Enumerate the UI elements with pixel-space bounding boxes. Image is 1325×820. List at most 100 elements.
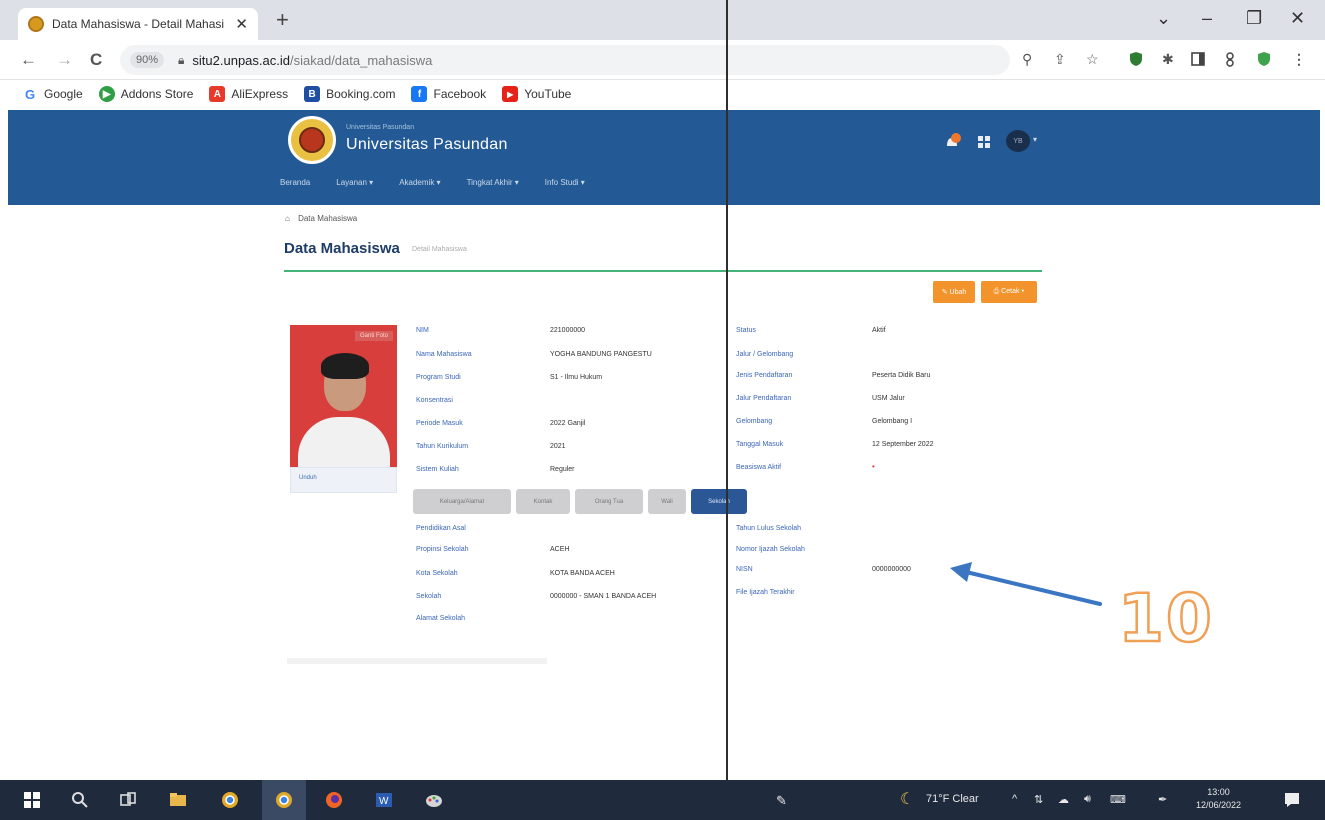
pen-workspace-icon[interactable]: ✒ xyxy=(1158,793,1167,806)
network-icon[interactable]: ⇅ xyxy=(1034,793,1043,806)
clock-time: 13:00 xyxy=(1207,787,1230,797)
new-tab-button[interactable]: + xyxy=(276,9,289,31)
zoom-badge[interactable]: 90% xyxy=(130,52,165,68)
tab-title: Data Mahasiswa - Detail Mahasi xyxy=(52,17,225,31)
field-value-status: Aktif xyxy=(872,327,886,334)
change-photo-button[interactable]: Ganti Foto xyxy=(354,331,393,341)
adblock-extension-icon[interactable] xyxy=(1256,51,1272,67)
word-icon[interactable]: W xyxy=(374,790,394,810)
bookmark-label: Booking.com xyxy=(326,87,396,101)
tab-sekolah[interactable]: Sekolah xyxy=(691,489,747,514)
user-avatar[interactable]: YB xyxy=(1006,130,1030,152)
menu-item-layanan[interactable]: Layanan ▾ xyxy=(336,178,373,187)
aliexpress-icon: A xyxy=(209,86,226,102)
bookmarks-bar: G Google ▶ Addons Store A AliExpress B B… xyxy=(0,80,1325,108)
field-label-sekolah: Sekolah xyxy=(416,593,442,600)
university-logo[interactable] xyxy=(288,116,336,164)
facebook-icon: f xyxy=(411,86,428,102)
minimize-button[interactable]: – xyxy=(1202,8,1212,29)
browser-tab[interactable]: Data Mahasiswa - Detail Mahasi ✕ xyxy=(18,8,258,40)
zoom-icon[interactable]: ⚲ xyxy=(1022,51,1032,68)
menu-item-beranda[interactable]: Beranda xyxy=(280,178,310,187)
tab-wali[interactable]: Wali xyxy=(648,489,686,514)
chrome-icon[interactable] xyxy=(220,790,240,810)
language-icon[interactable]: ⌨ xyxy=(1110,793,1126,806)
bookmark-aliexpress[interactable]: A AliExpress xyxy=(209,86,288,102)
field-value-kurikulum: 2021 xyxy=(550,443,566,450)
file-explorer-icon[interactable] xyxy=(168,790,188,810)
side-panel-icon[interactable] xyxy=(1190,51,1206,67)
edit-button[interactable]: ✎ Ubah xyxy=(933,281,975,303)
search-icon[interactable] xyxy=(70,790,90,810)
breadcrumb: ⌂ Data Mahasiswa xyxy=(285,214,357,223)
weather-moon-icon[interactable]: ☾ xyxy=(900,789,914,809)
field-label-pendidikan-asal: Pendidikan Asal xyxy=(416,525,466,532)
bookmark-facebook[interactable]: f Facebook xyxy=(411,86,486,102)
bookmark-youtube[interactable]: ▶ YouTube xyxy=(502,86,571,102)
bookmark-booking[interactable]: B Booking.com xyxy=(304,86,395,102)
menu-item-tingkat-akhir[interactable]: Tingkat Akhir ▾ xyxy=(467,178,519,187)
field-value-sekolah: 0000000 - SMAN 1 BANDA ACEH xyxy=(550,593,657,600)
tab-search-icon[interactable]: ⌄ xyxy=(1156,8,1171,29)
notifications-icon[interactable] xyxy=(1282,790,1302,810)
field-label-nim: NIM xyxy=(416,327,429,334)
download-photo-link[interactable]: Unduh xyxy=(290,467,397,493)
firefox-icon[interactable] xyxy=(324,790,344,810)
brand-tagline: Universitas Pasundan xyxy=(346,124,415,131)
onedrive-icon[interactable]: ☁ xyxy=(1058,793,1069,806)
breadcrumb-current: Data Mahasiswa xyxy=(298,214,358,223)
share-icon[interactable]: ⇪ xyxy=(1054,51,1066,68)
title-divider xyxy=(284,270,1042,272)
tab-close-icon[interactable]: ✕ xyxy=(235,15,248,33)
apps-grid-icon[interactable] xyxy=(978,136,990,148)
avatar-chevron-icon[interactable]: ▾ xyxy=(1033,135,1037,144)
bookmark-google[interactable]: G Google xyxy=(22,86,83,102)
menu-item-info-studi[interactable]: Info Studi ▾ xyxy=(545,178,585,187)
restore-button[interactable]: ❐ xyxy=(1246,8,1262,29)
browser-menu-icon[interactable]: ⋮ xyxy=(1292,51,1306,68)
paint-icon[interactable] xyxy=(424,790,444,810)
shield-extension-icon[interactable] xyxy=(1128,51,1144,67)
menu-item-akademik[interactable]: Akademik ▾ xyxy=(399,178,440,187)
faded-footer-text xyxy=(287,658,547,664)
forward-button[interactable]: → xyxy=(56,50,73,70)
task-view-icon[interactable] xyxy=(118,790,138,810)
volume-icon[interactable]: 🔊︎ xyxy=(1084,793,1091,806)
url-field[interactable]: 90% 🔒︎ situ2.unpas.ac.id/siakad/data_mah… xyxy=(120,45,1010,75)
field-label-gelombang: Gelombang xyxy=(736,418,773,425)
tray-chevron-icon[interactable]: ^ xyxy=(1012,793,1017,805)
bookmark-addons-store[interactable]: ▶ Addons Store xyxy=(98,86,194,102)
clock[interactable]: 13:00 12/06/2022 xyxy=(1196,786,1241,812)
bookmark-label: Addons Store xyxy=(120,87,194,101)
field-label-nama: Nama Mahasiswa xyxy=(416,351,472,358)
chrome-active-icon[interactable] xyxy=(274,790,294,810)
lock-icon[interactable]: 🔒︎ xyxy=(178,53,184,68)
home-icon[interactable]: ⌂ xyxy=(285,214,290,223)
profile-icon[interactable] xyxy=(1222,51,1238,67)
reload-button[interactable]: C xyxy=(90,50,102,70)
brand-name[interactable]: Universitas Pasundan xyxy=(346,136,508,154)
bookmark-star-icon[interactable]: ☆ xyxy=(1086,51,1099,68)
close-window-button[interactable]: ✕ xyxy=(1290,8,1305,29)
print-button[interactable]: ⎙ Cetak ▾ xyxy=(981,281,1037,303)
field-label-konsentrasi: Konsentrasi xyxy=(416,397,453,404)
field-label-nisn: NISN xyxy=(736,566,753,573)
back-button[interactable]: ← xyxy=(20,50,37,70)
url-host: situ2.unpas.ac.id xyxy=(192,52,290,68)
windows-start-icon[interactable] xyxy=(22,790,42,810)
pen-icon[interactable]: ✎ xyxy=(776,793,787,809)
bookmark-label: YouTube xyxy=(524,87,572,101)
notification-bell-icon[interactable] xyxy=(942,132,962,152)
field-value-tanggal-masuk: 12 September 2022 xyxy=(872,441,934,448)
tab-orang-tua[interactable]: Orang Tua xyxy=(575,489,643,514)
field-value-sistem-kuliah: Reguler xyxy=(550,466,575,473)
svg-text:W: W xyxy=(379,796,389,807)
url-path: /siakad/data_mahasiswa xyxy=(290,52,433,68)
tab-keluarga-alamat[interactable]: Keluarga/Alamat xyxy=(413,489,511,514)
field-value-kota-sekolah: KOTA BANDA ACEH xyxy=(550,570,615,577)
field-value-prodi: S1 - Ilmu Hukum xyxy=(550,374,603,381)
tab-kontak[interactable]: Kontak xyxy=(516,489,570,514)
weather-text[interactable]: 71°F Clear xyxy=(926,793,979,805)
field-label-sistem-kuliah: Sistem Kuliah xyxy=(416,466,459,473)
extensions-icon[interactable]: ✱ xyxy=(1162,51,1174,68)
